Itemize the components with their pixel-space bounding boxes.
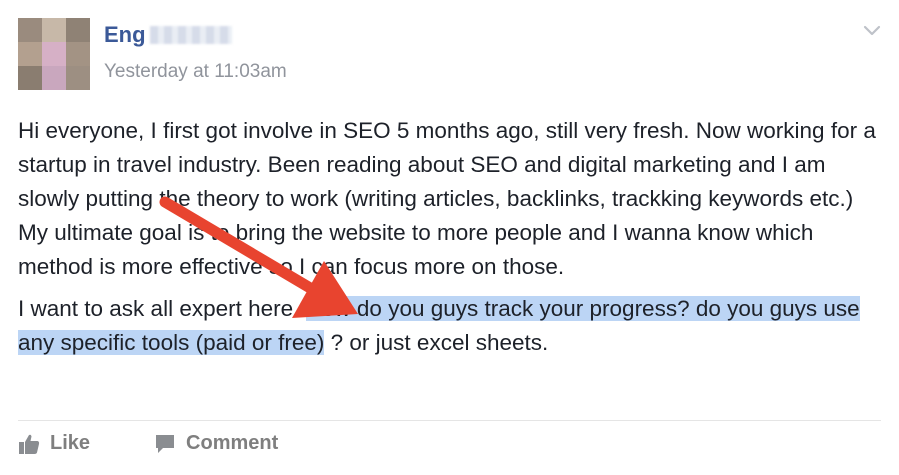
like-button[interactable]: Like [18, 432, 90, 455]
comment-button[interactable]: Comment [154, 432, 278, 455]
comment-label: Comment [186, 432, 279, 454]
facebook-post: Eng Yesterday at 11:03am Hi everyone, I … [0, 0, 899, 475]
like-label: Like [50, 432, 91, 454]
thumbs-up-icon [19, 434, 40, 454]
post-paragraph-2: I want to ask all expert here. How do yo… [18, 292, 883, 360]
author-name[interactable]: Eng [104, 22, 232, 48]
author-name-text[interactable]: Eng [104, 22, 146, 48]
paragraph-2-ending: ? or just excel sheets. [324, 330, 549, 355]
paragraph-2-intro: I want to ask all expert here. [18, 296, 306, 321]
chevron-down-icon[interactable] [862, 20, 882, 40]
post-body: Hi everyone, I first got involve in SEO … [18, 114, 883, 360]
post-actions: Like Comment [18, 432, 342, 455]
divider [18, 420, 881, 421]
post-timestamp[interactable]: Yesterday at 11:03am [104, 61, 287, 83]
redacted-name-blur [149, 26, 232, 44]
speech-bubble-icon [156, 434, 175, 453]
post-paragraph-1: Hi everyone, I first got involve in SEO … [18, 118, 876, 279]
avatar[interactable] [18, 18, 90, 90]
